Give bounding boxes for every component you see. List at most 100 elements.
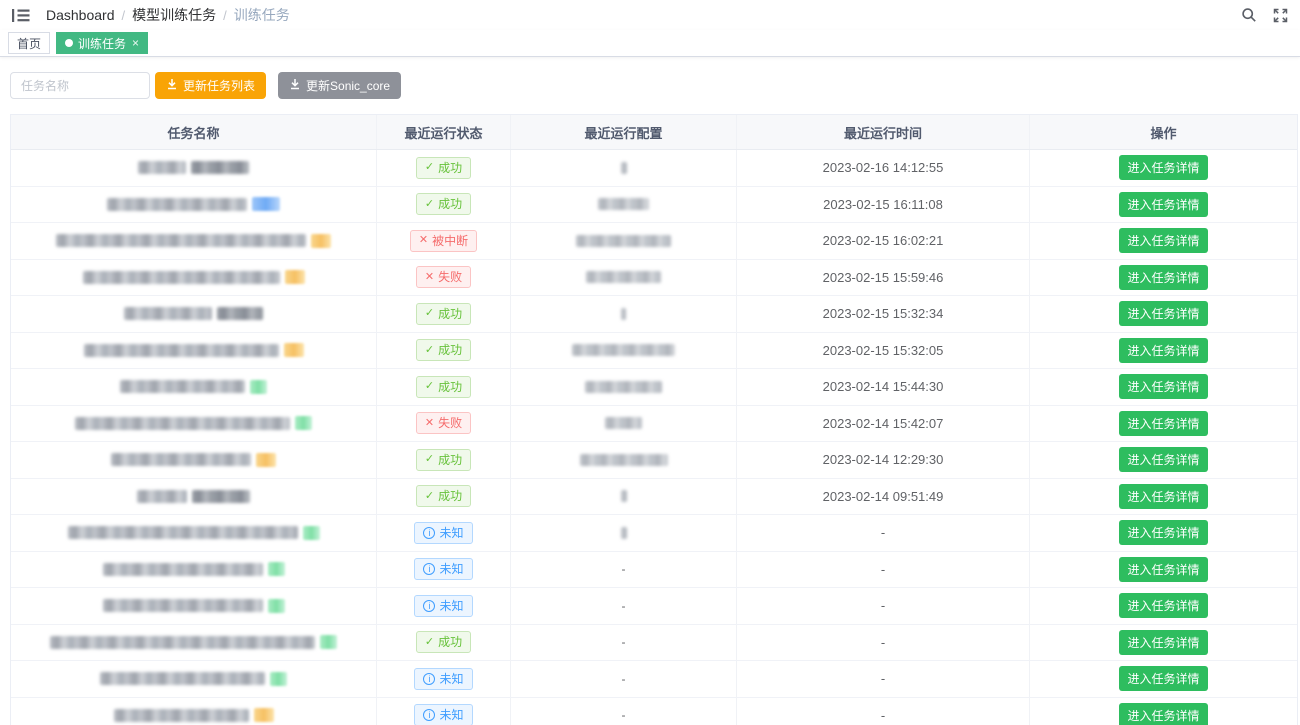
time-cell: 2023-02-15 16:02:21: [737, 223, 1030, 259]
redacted-task-name: [56, 234, 331, 248]
enter-task-detail-button[interactable]: 进入任务详情: [1119, 593, 1207, 618]
enter-task-detail-button[interactable]: 进入任务详情: [1119, 447, 1207, 472]
breadcrumb-item-dashboard[interactable]: Dashboard: [46, 7, 115, 23]
enter-task-detail-button[interactable]: 进入任务详情: [1119, 557, 1207, 582]
config-cell: -: [511, 661, 737, 697]
status-cell: ✓ 成功: [377, 625, 511, 661]
enter-task-detail-button[interactable]: 进入任务详情: [1119, 155, 1207, 180]
action-cell: 进入任务详情: [1030, 260, 1297, 296]
table-row: i未知--进入任务详情: [11, 661, 1297, 698]
action-cell: 进入任务详情: [1030, 698, 1297, 725]
redacted-text-segment: [192, 490, 250, 503]
fullscreen-icon[interactable]: [1273, 8, 1288, 23]
task-name-cell: [11, 333, 377, 369]
time-cell: -: [737, 661, 1030, 697]
action-cell: 进入任务详情: [1030, 333, 1297, 369]
status-badge: i未知: [414, 595, 472, 617]
redacted-text-segment: [84, 344, 279, 357]
time-cell: -: [737, 698, 1030, 725]
breadcrumb-item-model-training-tasks[interactable]: 模型训练任务: [132, 5, 216, 25]
table-row: ✓成功 2023-02-15 16:11:08 进入任务详情: [11, 187, 1297, 224]
status-label: 未知: [439, 672, 463, 686]
tab-training-tasks[interactable]: 训练任务 ×: [56, 32, 148, 54]
status-cell: ✕失败: [377, 406, 511, 442]
enter-task-detail-button[interactable]: 进入任务详情: [1119, 484, 1207, 509]
task-name-cell: [11, 150, 377, 186]
status-badge: ✓成功: [416, 157, 471, 179]
redacted-text-segment: [217, 307, 263, 320]
config-value: -: [622, 599, 626, 613]
redacted-text-segment: [75, 417, 290, 430]
task-name-cell: [11, 223, 377, 259]
enter-task-detail-button[interactable]: 进入任务详情: [1119, 374, 1207, 399]
time-cell: 2023-02-16 14:12:55: [737, 150, 1030, 186]
enter-task-detail-button[interactable]: 进入任务详情: [1119, 192, 1207, 217]
redacted-text-segment: [107, 198, 247, 211]
status-label: 成功: [438, 161, 462, 175]
column-header-actions: 操作: [1030, 115, 1297, 149]
enter-task-detail-button[interactable]: 进入任务详情: [1119, 228, 1207, 253]
config-cell: -: [511, 625, 737, 661]
status-badge: ✓成功: [416, 193, 471, 215]
status-label: 成功: [438, 635, 462, 649]
redacted-task-name: [120, 380, 267, 394]
check-icon: ✓: [425, 381, 434, 392]
redacted-config: [585, 381, 662, 393]
table-row: ✓成功2023-02-14 09:51:49进入任务详情: [11, 479, 1297, 516]
time-cell: 2023-02-15 16:11:08: [737, 187, 1030, 223]
task-name-search-input[interactable]: [10, 72, 150, 99]
yellow-tag: [311, 234, 331, 248]
enter-task-detail-button[interactable]: 进入任务详情: [1119, 338, 1207, 363]
enter-task-detail-button[interactable]: 进入任务详情: [1119, 265, 1207, 290]
status-label: 被中断: [432, 234, 468, 248]
table-row: ✓成功 2023-02-16 14:12:55 进入任务详情: [11, 150, 1297, 187]
enter-task-detail-button[interactable]: 进入任务详情: [1119, 630, 1207, 655]
redacted-config: [621, 162, 627, 174]
check-icon: ✓: [425, 454, 434, 465]
check-icon: ✓: [425, 637, 434, 648]
redacted-task-name: [124, 307, 263, 320]
status-label: 未知: [439, 562, 463, 576]
update-task-list-button[interactable]: 更新任务列表: [155, 72, 266, 99]
sidebar-toggle-icon[interactable]: [12, 7, 32, 23]
yellow-tag: [256, 453, 276, 467]
redacted-config: [621, 527, 627, 539]
download-icon: [166, 78, 178, 93]
status-label: 成功: [438, 380, 462, 394]
close-icon[interactable]: ×: [132, 37, 139, 49]
task-name-cell: [11, 296, 377, 332]
status-cell: i未知: [377, 588, 511, 624]
last-run-time: 2023-02-14 15:42:07: [823, 416, 944, 431]
info-icon: i: [423, 709, 435, 721]
check-icon: ✓: [425, 308, 434, 319]
enter-task-detail-button[interactable]: 进入任务详情: [1119, 666, 1207, 691]
action-cell: 进入任务详情: [1030, 515, 1297, 551]
update-sonic-core-label: 更新Sonic_core: [306, 77, 390, 94]
enter-task-detail-button[interactable]: 进入任务详情: [1119, 520, 1207, 545]
enter-task-detail-button[interactable]: 进入任务详情: [1119, 301, 1207, 326]
action-cell: 进入任务详情: [1030, 296, 1297, 332]
action-cell: 进入任务详情: [1030, 625, 1297, 661]
table-header-row: 任务名称 最近运行状态 最近运行配置 最近运行时间 操作: [11, 115, 1297, 150]
tab-training-tasks-label: 训练任务: [78, 35, 126, 52]
update-sonic-core-button[interactable]: 更新Sonic_core: [278, 72, 401, 99]
last-run-time: -: [881, 671, 885, 686]
green-tag: [270, 672, 287, 686]
check-icon: ✓: [425, 199, 434, 210]
search-icon[interactable]: [1241, 7, 1257, 23]
enter-task-detail-button[interactable]: 进入任务详情: [1119, 703, 1207, 725]
redacted-task-name: [84, 343, 304, 357]
last-run-time: -: [881, 562, 885, 577]
status-cell: ✓成功: [377, 333, 511, 369]
table-body: ✓成功2023-02-16 14:12:55进入任务详情✓成功2023-02-1…: [11, 150, 1297, 725]
table-row: ✕失败 2023-02-14 15:42:07 进入任务详情: [11, 406, 1297, 443]
tab-home[interactable]: 首页: [8, 32, 50, 54]
breadcrumb: Dashboard / 模型训练任务 / 训练任务: [46, 5, 290, 25]
status-badge: ✓ 成功: [416, 631, 471, 653]
redacted-config: [572, 344, 675, 356]
config-cell: [511, 150, 737, 186]
status-badge: ✕被中断: [410, 230, 477, 252]
enter-task-detail-button[interactable]: 进入任务详情: [1119, 411, 1207, 436]
status-label: 成功: [438, 343, 462, 357]
redacted-task-name: [50, 635, 337, 649]
